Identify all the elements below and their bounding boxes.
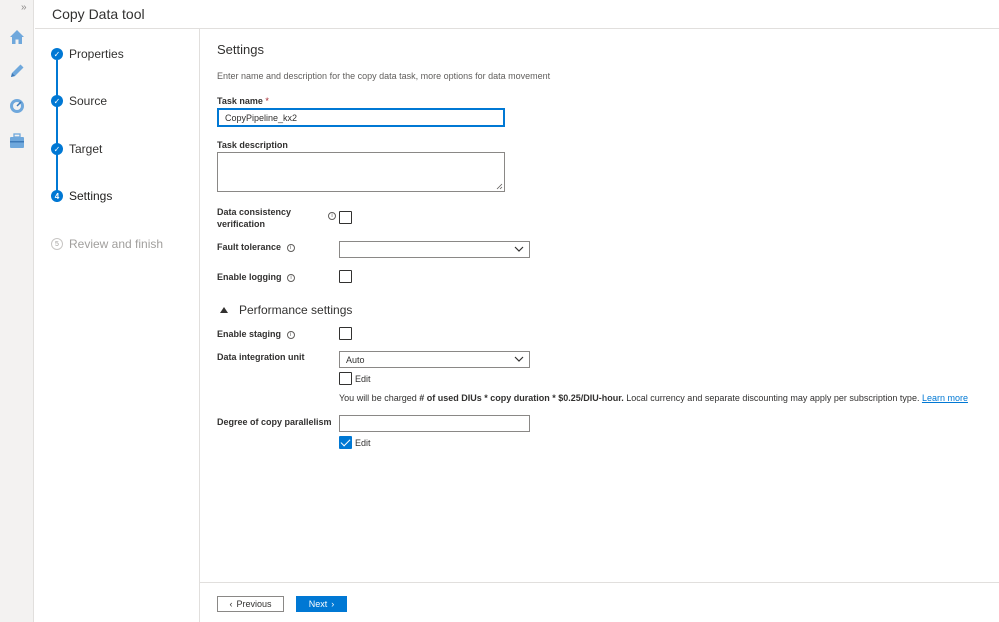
chevron-down-icon	[514, 356, 524, 362]
consistency-checkbox[interactable]	[339, 211, 352, 224]
left-icon-rail: »	[0, 0, 34, 622]
consistency-label: Data consistency verification	[217, 207, 292, 229]
charge-formula: # of used DIUs * copy duration * $0.25/D…	[419, 393, 624, 403]
diu-edit-checkbox[interactable]	[339, 372, 352, 385]
parallelism-edit-label: Edit	[355, 438, 371, 448]
next-button[interactable]: Next ›	[296, 596, 347, 612]
task-name-input[interactable]: CopyPipeline_kx2	[217, 108, 505, 127]
collapse-triangle-icon	[220, 307, 228, 313]
section-title: Settings	[217, 42, 264, 57]
step-label: Source	[69, 94, 108, 108]
section-description: Enter name and description for the copy …	[217, 71, 551, 81]
enable-staging-checkbox[interactable]	[339, 327, 352, 340]
chevron-right-icon: ›	[331, 599, 335, 609]
task-description-textarea[interactable]	[217, 152, 505, 192]
resize-handle-icon[interactable]	[496, 183, 503, 190]
step-done-icon: ✓	[51, 143, 63, 155]
enable-staging-label: Enable staging i	[217, 328, 295, 340]
step-source[interactable]: ✓ Source	[51, 94, 107, 108]
page-header: Copy Data tool	[35, 0, 999, 29]
enable-staging-info-icon[interactable]: i	[286, 330, 295, 339]
fault-tolerance-info-icon[interactable]: i	[286, 243, 295, 252]
charge-note: You will be charged # of used DIUs * cop…	[339, 393, 968, 403]
step-label: Target	[69, 142, 103, 156]
pencil-icon[interactable]	[8, 62, 26, 80]
step-label: Properties	[69, 47, 124, 61]
step-number-icon: 4	[51, 190, 63, 202]
fault-tolerance-dropdown[interactable]	[339, 241, 530, 258]
step-settings[interactable]: 4 Settings	[51, 189, 112, 203]
expand-rail-icon[interactable]: »	[21, 3, 27, 13]
next-button-label: Next	[308, 599, 328, 609]
home-icon[interactable]	[8, 28, 26, 46]
wizard-steps: ✓ Properties ✓ Source ✓ Target 4 Setting…	[35, 29, 200, 622]
chevron-down-icon	[514, 246, 524, 252]
step-done-icon: ✓	[51, 48, 63, 60]
step-properties[interactable]: ✓ Properties	[51, 47, 124, 61]
task-description-label: Task description	[217, 140, 288, 150]
diu-edit-label: Edit	[355, 374, 371, 384]
diu-value: Auto	[346, 354, 365, 365]
parallelism-input[interactable]	[339, 415, 530, 432]
enable-logging-checkbox[interactable]	[339, 270, 352, 283]
consistency-info-icon[interactable]: i	[328, 212, 336, 220]
wizard-footer: ‹ Previous Next ›	[200, 582, 999, 622]
chevron-left-icon: ‹	[229, 599, 233, 609]
diu-label: Data integration unit	[217, 352, 305, 362]
step-label: Review and finish	[69, 237, 164, 251]
step-label: Settings	[69, 189, 113, 203]
required-mark: *	[265, 96, 269, 106]
fault-tolerance-label: Fault tolerance i	[217, 241, 295, 253]
performance-settings-toggle[interactable]: Performance settings	[217, 303, 352, 317]
monitor-icon[interactable]	[8, 97, 26, 115]
toolbox-icon[interactable]	[8, 132, 26, 150]
previous-button-label: Previous	[236, 599, 272, 609]
step-number-icon: 5	[51, 238, 63, 250]
step-target[interactable]: ✓ Target	[51, 142, 102, 156]
steps-progress-line	[56, 60, 58, 202]
diu-dropdown[interactable]: Auto	[339, 351, 530, 368]
task-name-label: Task name *	[217, 96, 269, 106]
enable-logging-info-icon[interactable]: i	[287, 273, 296, 282]
page-title: Copy Data tool	[52, 6, 145, 22]
previous-button[interactable]: ‹ Previous	[217, 596, 284, 612]
step-done-icon: ✓	[51, 95, 63, 107]
step-review-and-finish: 5 Review and finish	[51, 237, 163, 251]
learn-more-link[interactable]: Learn more	[922, 393, 968, 403]
task-name-value: CopyPipeline_kx2	[225, 112, 298, 123]
parallelism-edit-checkbox[interactable]	[339, 436, 352, 449]
enable-logging-label: Enable logging i	[217, 271, 296, 283]
parallelism-label: Degree of copy parallelism	[217, 417, 332, 427]
performance-settings-heading: Performance settings	[239, 303, 353, 317]
